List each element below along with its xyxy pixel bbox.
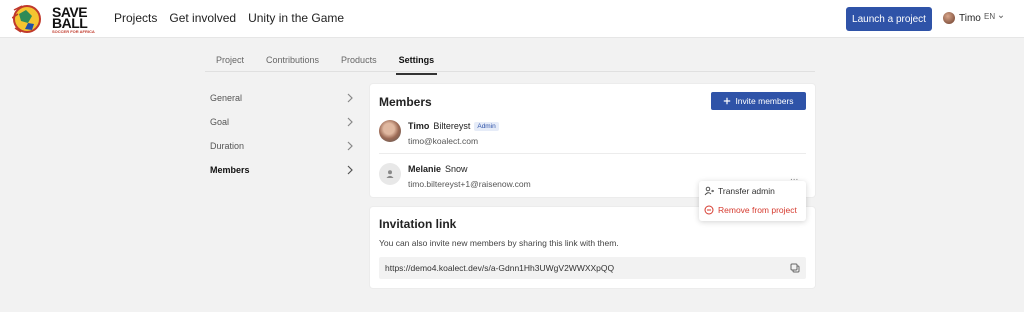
tab-settings[interactable]: Settings <box>388 53 446 75</box>
language-label: EN <box>984 12 996 21</box>
chevron-right-icon <box>347 165 353 175</box>
member-email: timo@koalect.com <box>408 136 479 146</box>
member-avatar <box>379 120 401 142</box>
nav-link-unity-in-the-game[interactable]: Unity in the Game <box>248 11 344 25</box>
remove-from-project-label: Remove from project <box>718 205 797 215</box>
project-tabs: Project Contributions Products Settings <box>205 53 446 75</box>
members-title: Members <box>379 95 432 109</box>
nav-link-get-involved[interactable]: Get involved <box>169 11 236 25</box>
plus-icon <box>724 97 731 105</box>
member-actions-dropdown: Transfer admin Remove from project <box>699 181 806 221</box>
member-row: Melanie Snow timo.biltereyst+1@raisenow.… <box>379 163 531 189</box>
user-swap-icon <box>704 186 714 196</box>
tabs-divider <box>205 71 815 72</box>
settings-sidemenu: General Goal Duration Members <box>204 86 359 182</box>
sidemenu-item-goal[interactable]: Goal <box>204 110 359 134</box>
chevron-right-icon <box>347 117 353 127</box>
remove-from-project-option[interactable]: Remove from project <box>704 205 797 215</box>
ball-logo-icon <box>12 5 41 33</box>
member-last-name: Biltereyst <box>433 121 471 131</box>
invitation-title: Invitation link <box>379 217 457 231</box>
sidemenu-item-duration[interactable]: Duration <box>204 134 359 158</box>
member-last-name: Snow <box>445 164 468 174</box>
sidemenu-item-general[interactable]: General <box>204 86 359 110</box>
invite-members-button[interactable]: Invite members <box>711 92 806 110</box>
member-row: Timo Biltereyst Admin timo@koalect.com <box>379 120 499 146</box>
user-name: Timo <box>959 12 981 24</box>
invite-members-label: Invite members <box>735 96 794 106</box>
user-menu[interactable]: Timo <box>943 12 981 24</box>
member-divider <box>379 153 806 154</box>
top-navigation-bar: SAVE BALL SOCCER FOR AFRICA Projects Get… <box>0 0 1024 38</box>
invitation-link-field[interactable]: https://demo4.koalect.dev/s/a-Gdnn1Hh3UW… <box>379 257 806 279</box>
sidemenu-label: Duration <box>210 141 245 151</box>
logo-tagline: SOCCER FOR AFRICA <box>52 29 95 34</box>
save-the-ball-logo[interactable]: SAVE BALL SOCCER FOR AFRICA <box>12 4 98 34</box>
sidemenu-label: Goal <box>210 117 230 127</box>
language-selector[interactable]: EN <box>984 12 1004 21</box>
user-icon <box>386 170 394 178</box>
member-name: Timo Biltereyst Admin <box>408 120 499 132</box>
transfer-admin-option[interactable]: Transfer admin <box>704 186 775 196</box>
sidemenu-item-members[interactable]: Members <box>204 158 359 182</box>
member-first-name: Timo <box>408 121 430 131</box>
nav-link-projects[interactable]: Projects <box>114 11 157 25</box>
invitation-description: You can also invite new members by shari… <box>379 238 619 248</box>
invitation-link-text: https://demo4.koalect.dev/s/a-Gdnn1Hh3UW… <box>385 263 615 273</box>
tab-products[interactable]: Products <box>330 53 388 71</box>
member-first-name: Melanie <box>408 164 442 174</box>
launch-project-button[interactable]: Launch a project <box>846 7 932 31</box>
transfer-admin-label: Transfer admin <box>718 186 775 196</box>
minus-circle-icon <box>704 205 714 215</box>
member-email: timo.biltereyst+1@raisenow.com <box>408 179 531 189</box>
member-name: Melanie Snow <box>408 163 531 175</box>
sidemenu-label: Members <box>210 165 250 175</box>
member-avatar-placeholder <box>379 163 401 185</box>
main-nav: Projects Get involved Unity in the Game <box>114 11 344 25</box>
chevron-down-icon <box>999 14 1004 18</box>
tab-contributions[interactable]: Contributions <box>255 53 330 71</box>
sidemenu-label: General <box>210 93 243 103</box>
user-avatar <box>943 12 955 24</box>
chevron-right-icon <box>347 141 353 151</box>
copy-icon[interactable] <box>790 263 800 273</box>
chevron-right-icon <box>347 93 353 103</box>
logo-text-ball: BALL <box>52 15 88 31</box>
tab-project[interactable]: Project <box>205 53 255 71</box>
admin-badge: Admin <box>474 121 499 131</box>
